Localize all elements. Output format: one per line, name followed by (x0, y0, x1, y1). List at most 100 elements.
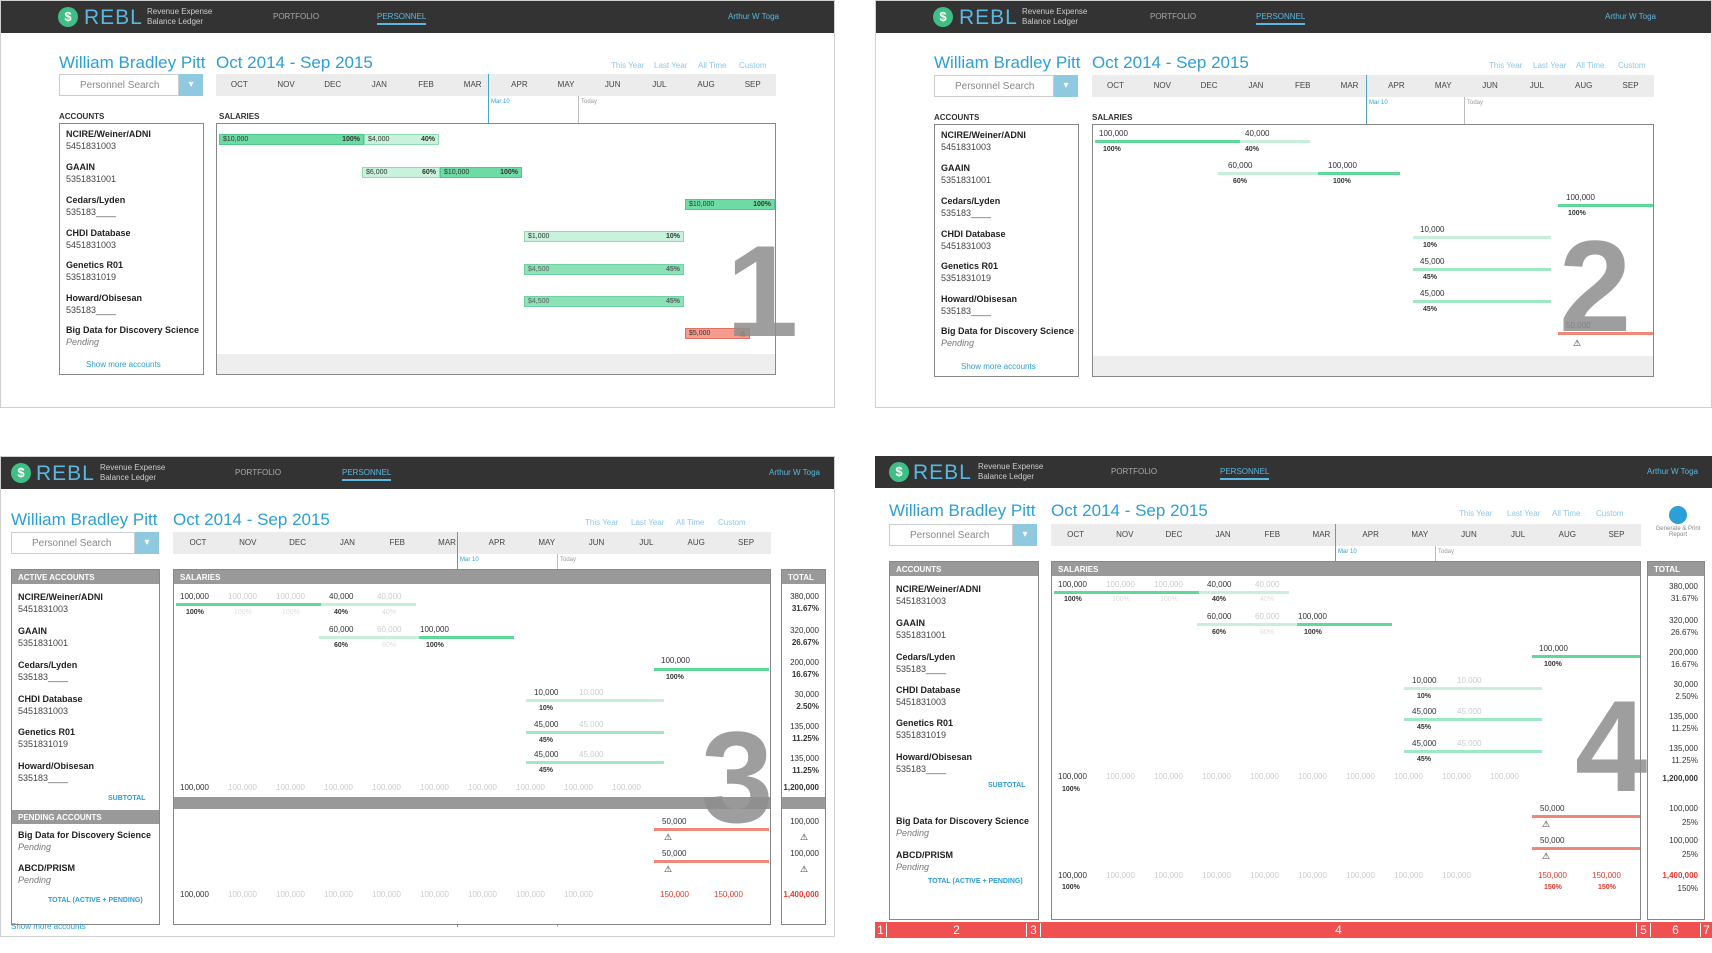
search-input[interactable]: Personnel Search (11, 532, 135, 554)
search-input[interactable]: Personnel Search (59, 74, 179, 96)
period-title[interactable]: Oct 2014 - Sep 2015 (173, 510, 330, 530)
account-name[interactable]: ABCD/PRISM (18, 863, 75, 873)
account-name[interactable]: GAAIN (18, 626, 47, 636)
allocation-bar (526, 731, 664, 734)
nav-personnel[interactable]: PERSONNEL (1256, 12, 1306, 25)
range-all-time[interactable]: All Time (1576, 61, 1604, 70)
range-custom[interactable]: Custom (1618, 61, 1646, 70)
salary-bar[interactable]: $4,500 45% (524, 264, 684, 275)
nav-personnel[interactable]: PERSONNEL (377, 12, 427, 25)
user-menu[interactable]: Arthur W Toga (1647, 467, 1698, 476)
total-value: 320,000 (790, 626, 819, 635)
salary-bar[interactable]: $1,000 10% (524, 231, 684, 242)
month-label: SEP (1622, 81, 1639, 90)
salary-bar[interactable]: $10,000 100% (440, 167, 522, 178)
user-menu[interactable]: Arthur W Toga (728, 12, 779, 21)
search-input[interactable]: Personnel Search (889, 524, 1013, 546)
range-last-year[interactable]: Last Year (654, 61, 687, 70)
show-more-link[interactable]: Show more accounts (86, 360, 161, 369)
account-name[interactable]: Cedars/Lyden (18, 660, 77, 670)
range-last-year[interactable]: Last Year (1533, 61, 1566, 70)
nav-portfolio[interactable]: PORTFOLIO (1111, 467, 1157, 476)
account-name[interactable]: Cedars/Lyden (66, 195, 125, 205)
range-all-time[interactable]: All Time (698, 61, 726, 70)
nav-portfolio[interactable]: PORTFOLIO (273, 12, 319, 21)
allocation-bar (321, 603, 416, 606)
account-name[interactable]: Howard/Obisesan (941, 294, 1017, 304)
pending-allocation-bar (1532, 847, 1640, 850)
account-name[interactable]: CHDI Database (896, 685, 961, 695)
account-name[interactable]: Big Data for Discovery Science (896, 816, 1029, 826)
user-menu[interactable]: Arthur W Toga (769, 468, 820, 477)
account-name[interactable]: CHDI Database (66, 228, 131, 238)
range-this-year[interactable]: This Year (1489, 61, 1522, 70)
account-name[interactable]: NCIRE/Weiner/ADNI (941, 130, 1026, 140)
print-report-icon[interactable] (1669, 506, 1687, 524)
account-name[interactable]: GAAIN (896, 618, 925, 628)
account-name[interactable]: NCIRE/Weiner/ADNI (18, 592, 103, 602)
search-dropdown-button[interactable]: ▾ (179, 74, 203, 96)
range-last-year[interactable]: Last Year (1507, 509, 1540, 518)
range-this-year[interactable]: This Year (1459, 509, 1492, 518)
period-title[interactable]: Oct 2014 - Sep 2015 (1051, 501, 1208, 521)
search-dropdown-button[interactable]: ▾ (135, 532, 159, 554)
account-name[interactable]: Howard/Obisesan (66, 293, 142, 303)
range-last-year[interactable]: Last Year (631, 518, 664, 527)
subtotal-value-faded: 100,000 (1154, 772, 1183, 781)
account-name[interactable]: CHDI Database (18, 694, 83, 704)
total-percent: 2.50% (1675, 692, 1698, 701)
search-dropdown-button[interactable]: ▾ (1054, 75, 1078, 97)
account-name[interactable]: Genetics R01 (896, 718, 953, 728)
search-input[interactable]: Personnel Search (934, 75, 1054, 97)
nav-portfolio[interactable]: PORTFOLIO (235, 468, 281, 477)
range-custom[interactable]: Custom (718, 518, 746, 527)
range-all-time[interactable]: All Time (1552, 509, 1580, 518)
generate-report-label[interactable]: Generate & Print Report (1648, 526, 1708, 538)
account-name[interactable]: Big Data for Discovery Science (66, 325, 199, 335)
search-dropdown-button[interactable]: ▾ (1013, 524, 1037, 546)
account-name[interactable]: NCIRE/Weiner/ADNI (66, 129, 151, 139)
marker-label: Mar 10 (460, 557, 479, 563)
subtotal-value: 1,200,000 (1662, 774, 1698, 783)
salary-bar[interactable]: $10,000 100% (685, 199, 775, 210)
nav-personnel[interactable]: PERSONNEL (1220, 467, 1270, 480)
account-name[interactable]: GAAIN (66, 162, 95, 172)
account-name[interactable]: Big Data for Discovery Science (18, 830, 151, 840)
period-title[interactable]: Oct 2014 - Sep 2015 (1092, 53, 1249, 73)
account-name[interactable]: Big Data for Discovery Science (941, 326, 1074, 336)
salary-bar[interactable]: $4,000 40% (364, 134, 439, 145)
range-all-time[interactable]: All Time (676, 518, 704, 527)
range-custom[interactable]: Custom (1596, 509, 1624, 518)
account-name[interactable]: Genetics R01 (941, 261, 998, 271)
range-this-year[interactable]: This Year (585, 518, 618, 527)
account-name[interactable]: GAAIN (941, 163, 970, 173)
account-name[interactable]: Genetics R01 (18, 727, 75, 737)
nav-personnel[interactable]: PERSONNEL (342, 468, 392, 481)
account-status: Pending (896, 862, 930, 872)
salary-bar[interactable]: $4,500 45% (524, 296, 684, 307)
total-value: 380,000 (790, 592, 819, 601)
show-more-link[interactable]: Show more accounts (961, 362, 1036, 371)
account-name[interactable]: CHDI Database (941, 229, 1006, 239)
grand-total-label[interactable]: TOTAL (ACTIVE + PENDING) (48, 897, 143, 904)
account-name[interactable]: ABCD/PRISM (896, 850, 953, 860)
account-name[interactable]: Howard/Obisesan (18, 761, 94, 771)
salary-bar[interactable]: $10,000 100% (219, 134, 364, 145)
account-name[interactable]: Cedars/Lyden (941, 196, 1000, 206)
user-menu[interactable]: Arthur W Toga (1605, 12, 1656, 21)
show-more-link[interactable]: Show more accounts (11, 922, 86, 931)
range-custom[interactable]: Custom (739, 61, 767, 70)
period-title[interactable]: Oct 2014 - Sep 2015 (216, 53, 373, 73)
range-this-year[interactable]: This Year (611, 61, 644, 70)
grand-value: 100,000 (180, 890, 209, 899)
account-name[interactable]: Genetics R01 (66, 260, 123, 270)
account-name[interactable]: Howard/Obisesan (896, 752, 972, 762)
nav-portfolio[interactable]: PORTFOLIO (1150, 12, 1196, 21)
account-name[interactable]: NCIRE/Weiner/ADNI (896, 584, 981, 594)
salary-bar[interactable]: $6,000 60% (362, 167, 440, 178)
subtotal-label[interactable]: SUBTOTAL (988, 782, 1025, 789)
account-number: 5351831019 (941, 273, 992, 283)
account-name[interactable]: Cedars/Lyden (896, 652, 955, 662)
grand-total-label[interactable]: TOTAL (ACTIVE + PENDING) (928, 878, 1023, 885)
subtotal-label[interactable]: SUBTOTAL (108, 795, 145, 802)
